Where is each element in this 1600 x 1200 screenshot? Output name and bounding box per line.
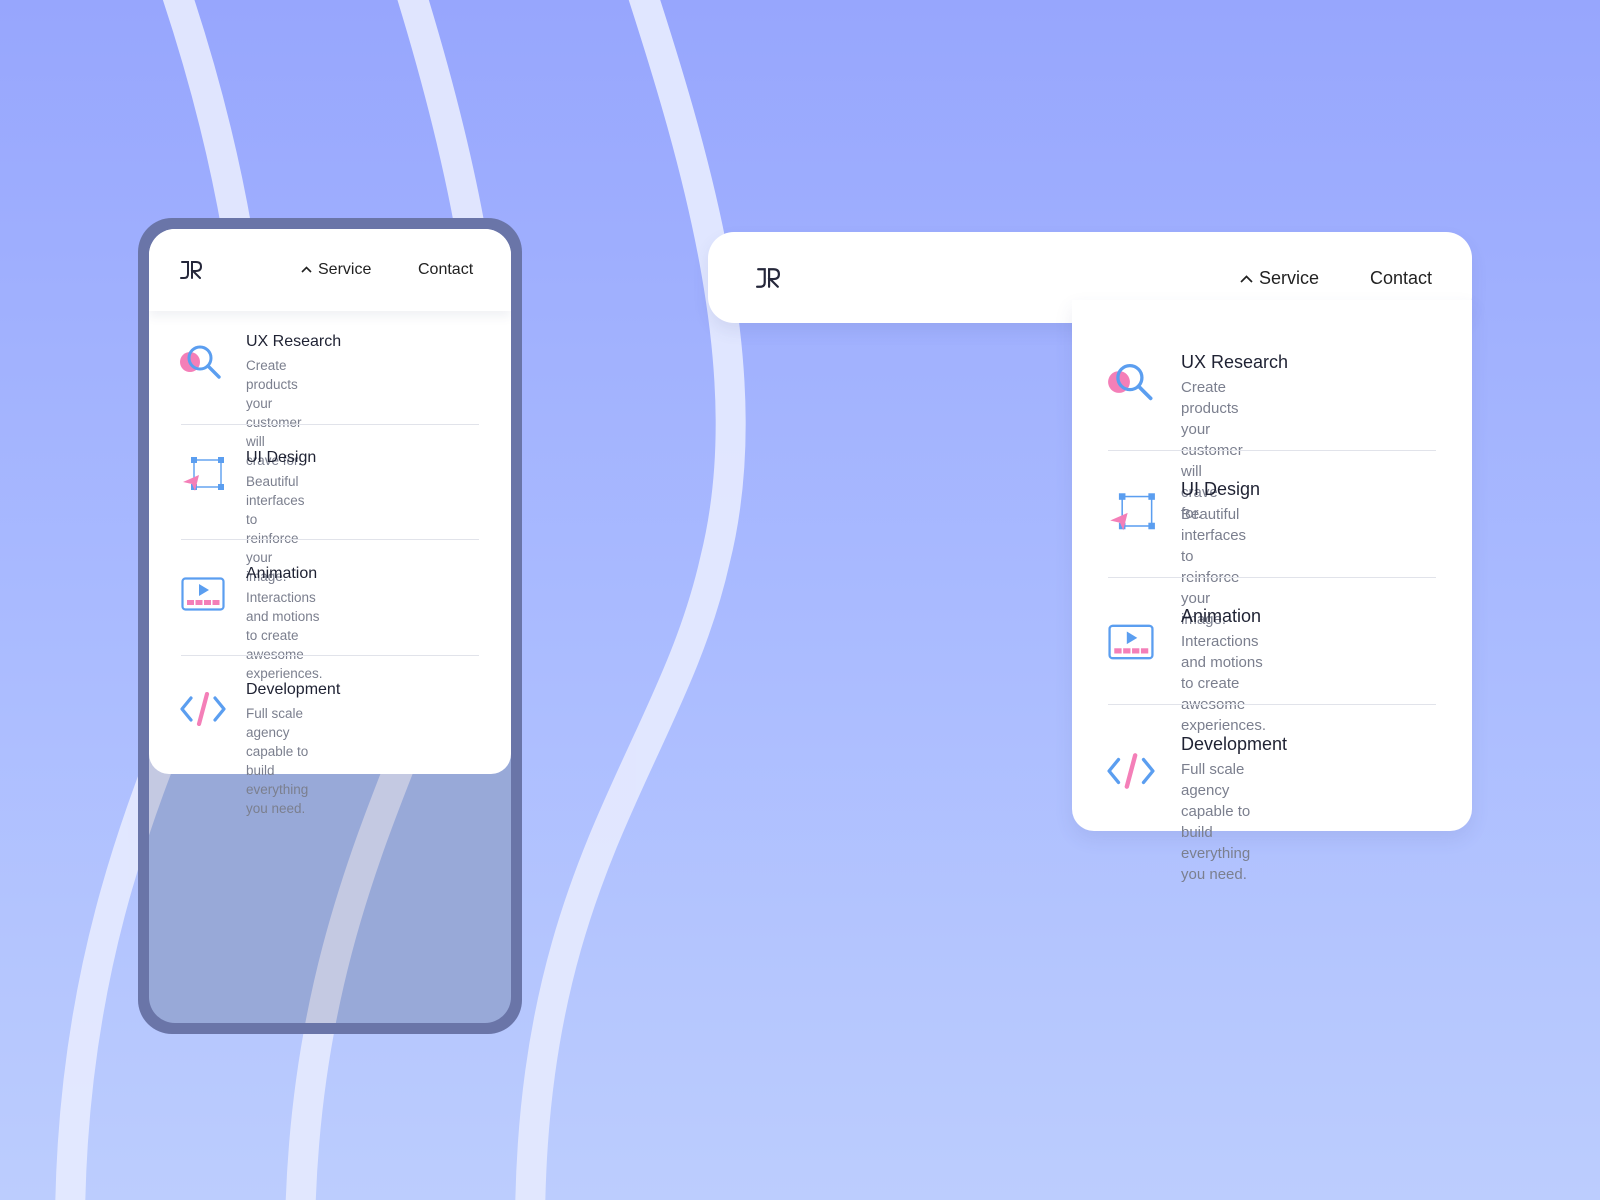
nav-service-link[interactable]: Service [301,261,371,279]
nav-service-label: Service [318,261,372,278]
service-title: UI Design [246,449,317,466]
code-icon [180,692,226,726]
jr-logo[interactable] [756,268,780,288]
service-description: Interactions and motions to create awesom… [1181,633,1267,734]
nav-contact-label: Contact [1370,268,1433,288]
service-title: UX Research [246,333,342,350]
menu-divider [181,424,479,425]
service-title: Animation [1181,606,1262,626]
service-title: Development [246,681,341,698]
mobile-menu-panel: Service Contact UX Research Create produ… [149,229,511,816]
video-player-icon [1108,624,1154,660]
chevron-up-icon [1240,275,1253,283]
menu-divider [1108,577,1436,578]
service-title: UI Design [1181,479,1261,499]
nav-contact-label: Contact [418,261,474,278]
menu-divider [1108,704,1436,705]
menu-divider [181,655,479,656]
vector-select-icon [183,457,224,491]
menu-divider [1108,450,1436,451]
jr-logo[interactable] [180,261,202,279]
nav-contact-link[interactable]: Contact [418,261,473,279]
magnifier-icon [180,345,221,379]
desktop-service-dropdown: UX Research Create products your custome… [1072,300,1472,883]
service-description: Full scale agency capable to build everyt… [246,706,309,816]
code-icon [1107,753,1155,789]
chevron-up-icon [301,266,312,273]
mobile-navbar: Service Contact [149,229,511,311]
nav-service-label: Service [1259,268,1320,288]
service-title: Animation [246,565,318,582]
service-title: UX Research [1181,352,1289,372]
nav-contact-link[interactable]: Contact [1370,268,1432,289]
service-title: Development [1181,734,1288,754]
phone-screen: Service Contact UX Research Create produ… [149,229,511,1023]
video-player-icon [181,577,225,611]
phone-mockup: Service Contact UX Research Create produ… [138,218,522,1034]
menu-divider [181,539,479,540]
vector-select-icon [1110,493,1155,531]
nav-service-link[interactable]: Service [1240,268,1319,289]
service-description: Interactions and motions to create awesom… [246,590,323,681]
magnifier-icon [1108,364,1153,401]
service-description: Full scale agency capable to build everyt… [1181,761,1251,883]
